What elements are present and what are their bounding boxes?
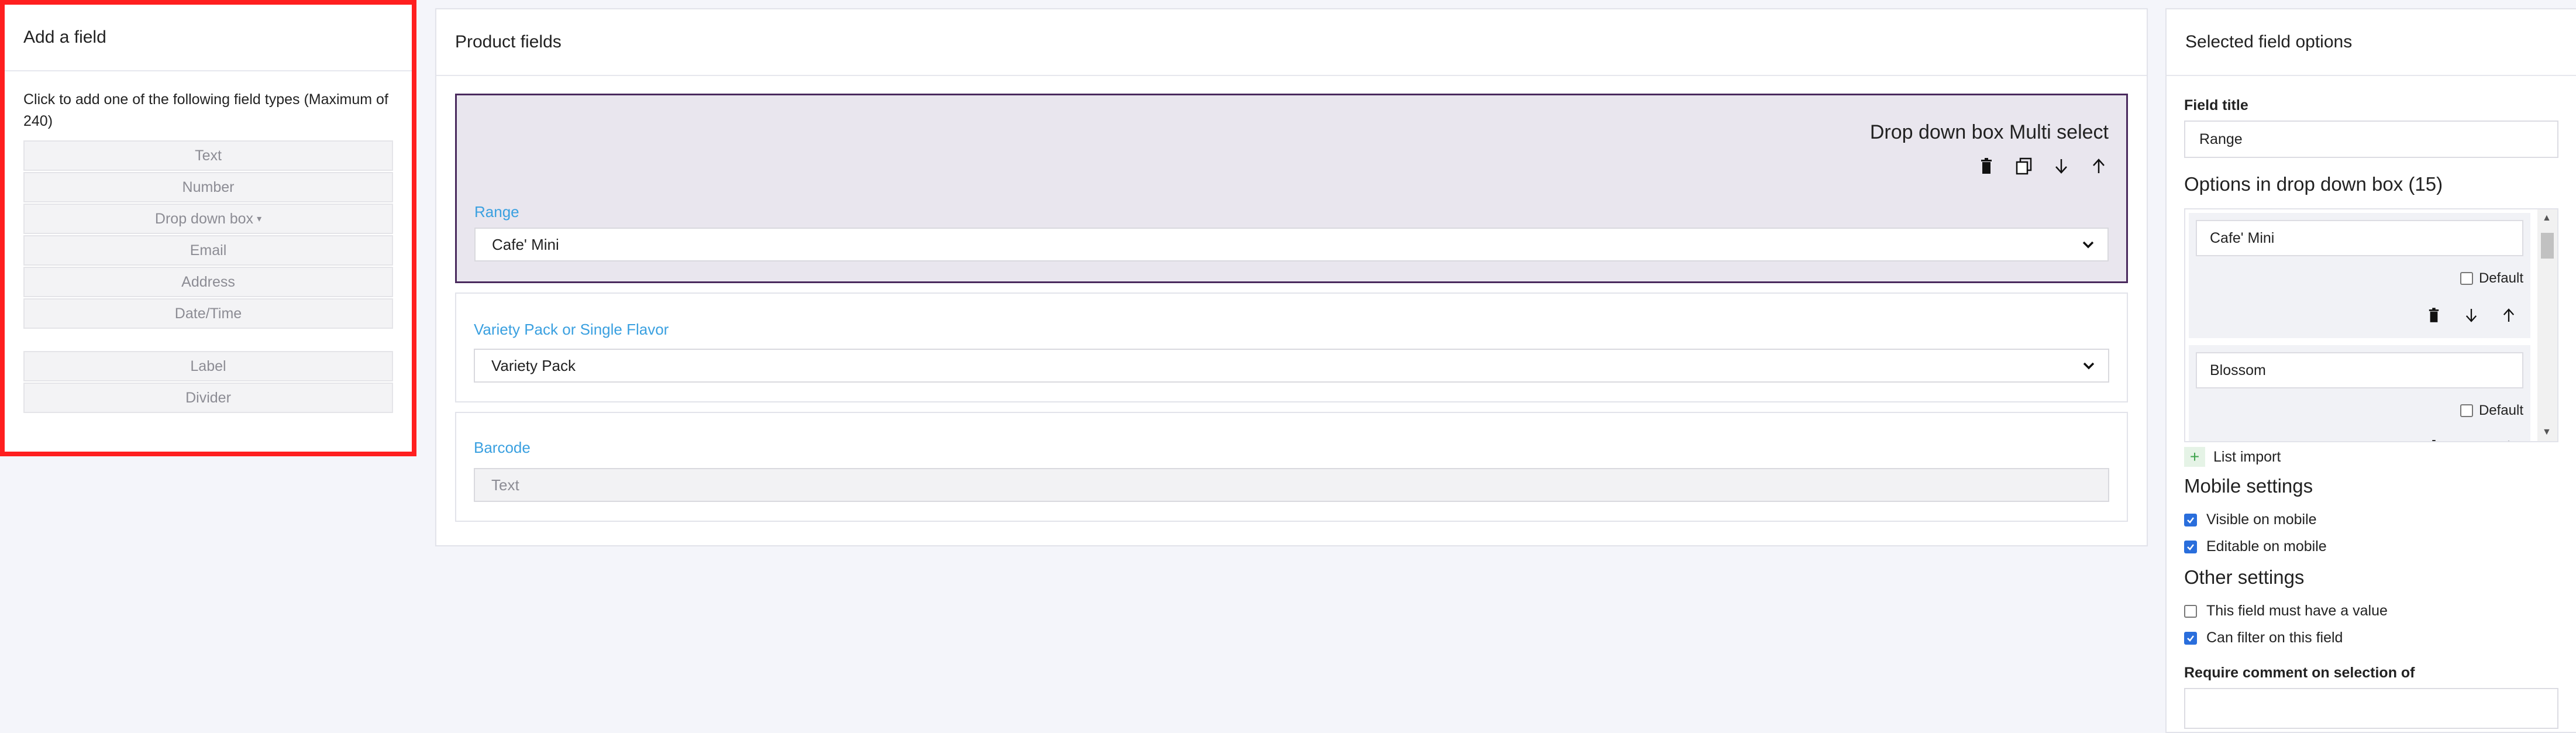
checkbox-icon[interactable] [2460, 404, 2473, 417]
field-card-barcode[interactable]: Barcode Text [455, 412, 2128, 522]
add-field-panel: Add a field Click to add one of the foll… [0, 0, 416, 456]
scrollbar-thumb[interactable] [2541, 233, 2554, 259]
field-label-range: Range [474, 203, 519, 221]
field-type-number-button[interactable]: Number [23, 172, 393, 202]
product-fields-title: Product fields [436, 9, 2147, 76]
field-type-divider-button[interactable]: Divider [23, 383, 393, 413]
options-list[interactable]: Cafe' Mini Default Blossom Default ▲ ▼ [2184, 208, 2558, 442]
option-default-checkbox[interactable]: Default [2460, 270, 2523, 287]
range-select[interactable]: Cafe' Mini [474, 228, 2109, 261]
plus-icon: + [2184, 447, 2205, 467]
field-type-list: Text Number Drop down box ▾ Email Address… [23, 140, 393, 413]
checkbox-icon[interactable] [2460, 272, 2473, 285]
arrow-up-icon[interactable] [2089, 156, 2109, 176]
scroll-up-icon[interactable]: ▲ [2542, 213, 2551, 223]
visible-on-mobile-checkbox[interactable]: Visible on mobile [2184, 511, 2317, 528]
field-type-email-button[interactable]: Email [23, 235, 393, 266]
arrow-up-icon[interactable] [2500, 439, 2518, 441]
caret-down-icon: ▾ [257, 214, 262, 224]
trash-icon[interactable] [2425, 307, 2443, 324]
field-type-title: Drop down box Multi select [1869, 121, 2109, 143]
add-field-title: Add a field [5, 5, 412, 71]
field-card-variety[interactable]: Variety Pack or Single Flavor Variety Pa… [455, 292, 2128, 402]
checkbox-checked-icon[interactable] [2184, 513, 2197, 526]
require-comment-input[interactable] [2184, 688, 2558, 729]
must-have-value-checkbox[interactable]: This field must have a value [2184, 603, 2388, 620]
checkbox-checked-icon[interactable] [2184, 540, 2197, 553]
field-type-datetime-button[interactable]: Date/Time [23, 298, 393, 329]
selected-field-options-title: Selected field options [2167, 9, 2576, 76]
mobile-settings-heading: Mobile settings [2184, 475, 2313, 497]
chevron-down-icon [2079, 236, 2097, 257]
other-settings-heading: Other settings [2184, 566, 2305, 588]
field-type-address-button[interactable]: Address [23, 267, 393, 297]
copy-icon[interactable] [2014, 156, 2034, 176]
option-actions [2425, 439, 2518, 441]
option-item: Cafe' Mini Default [2189, 213, 2530, 338]
editable-on-mobile-checkbox[interactable]: Editable on mobile [2184, 538, 2327, 555]
trash-icon[interactable] [1976, 156, 1996, 176]
option-item: Blossom Default [2189, 345, 2530, 441]
field-title-label: Field title [2184, 97, 2248, 113]
list-import-button[interactable]: + List import [2184, 447, 2281, 467]
field-title-input[interactable]: Range [2184, 121, 2558, 158]
arrow-up-icon[interactable] [2500, 307, 2518, 324]
variety-select[interactable]: Variety Pack [474, 349, 2109, 383]
option-actions [2425, 307, 2518, 324]
require-comment-label: Require comment on selection of [2184, 665, 2415, 681]
option-default-checkbox[interactable]: Default [2460, 402, 2523, 419]
checkbox-checked-icon[interactable] [2184, 631, 2197, 645]
can-filter-checkbox[interactable]: Can filter on this field [2184, 629, 2343, 646]
arrow-down-icon[interactable] [2051, 156, 2071, 176]
option-value-input[interactable]: Cafe' Mini [2196, 220, 2523, 256]
option-value-input[interactable]: Blossom [2196, 352, 2523, 388]
arrow-down-icon[interactable] [2463, 439, 2480, 441]
trash-icon[interactable] [2425, 439, 2443, 441]
barcode-input[interactable]: Text [474, 468, 2109, 502]
product-fields-panel: Product fields Drop down box Multi selec… [435, 8, 2148, 546]
field-type-label-button[interactable]: Label [23, 351, 393, 381]
checkbox-icon[interactable] [2184, 604, 2197, 618]
field-label-variety: Variety Pack or Single Flavor [474, 321, 669, 338]
options-scrollbar[interactable]: ▲ ▼ [2537, 209, 2557, 441]
options-heading: Options in drop down box (15) [2184, 173, 2443, 195]
field-label-barcode: Barcode [474, 439, 531, 456]
add-field-description: Click to add one of the following field … [23, 91, 388, 129]
field-type-dropdown-button[interactable]: Drop down box ▾ [23, 204, 393, 234]
chevron-down-icon [2080, 357, 2098, 378]
arrow-down-icon[interactable] [2463, 307, 2480, 324]
field-card-range[interactable]: Drop down box Multi select Range Cafe' M… [455, 94, 2128, 283]
selected-field-options-panel: Selected field options Field title Range… [2165, 8, 2576, 733]
scroll-down-icon[interactable]: ▼ [2542, 427, 2551, 438]
field-card-actions [1976, 156, 2109, 176]
field-type-text-button[interactable]: Text [23, 140, 393, 171]
